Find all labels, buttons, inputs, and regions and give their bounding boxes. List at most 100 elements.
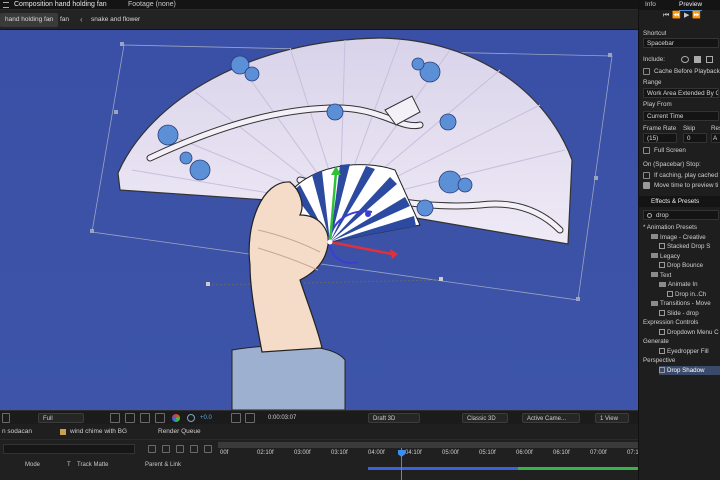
tab-sodacan[interactable]: n sodacan: [2, 427, 32, 437]
effects-tree-item[interactable]: Drop Bounce: [659, 261, 720, 270]
timeline-tick-label: 00f: [220, 450, 229, 456]
effects-tree-item[interactable]: Dropdown Menu C: [659, 328, 720, 337]
video-toggle-icon[interactable]: [681, 56, 689, 63]
range-dropdown[interactable]: Work Area Extended By Cu: [643, 88, 719, 98]
shy-layers-icon[interactable]: [176, 445, 184, 453]
effects-tree-label: Legacy: [660, 252, 680, 260]
tab-footage[interactable]: Footage (none): [124, 0, 180, 10]
cache-checkbox[interactable]: [643, 68, 650, 75]
move-time-checkbox[interactable]: [643, 182, 650, 189]
work-area-blue-bar[interactable]: [368, 467, 518, 470]
overlay-toggle-icon[interactable]: [706, 56, 713, 63]
playback-controls: ⏮⏪▶⏩: [663, 11, 704, 21]
chevron-left-icon: ‹: [48, 15, 51, 24]
effects-tree-item[interactable]: Transitions - Move: [651, 299, 720, 308]
preset-icon: [667, 290, 673, 297]
effects-tree-label: Generate: [643, 338, 669, 345]
column-header-parent: Parent & Link: [145, 462, 182, 468]
region-of-interest-icon[interactable]: [110, 413, 120, 423]
cache-label: Cache Before Playback: [654, 68, 720, 75]
comp-flowchart-icon[interactable]: [148, 445, 156, 453]
breadcrumb-item[interactable]: fan: [55, 13, 74, 27]
effects-tree-item[interactable]: Drop in..Ch: [667, 290, 720, 299]
if-caching-checkbox[interactable]: [643, 172, 650, 179]
guides-icon[interactable]: [155, 413, 165, 423]
tab-wind-chime[interactable]: wind chime with BG: [70, 427, 127, 437]
next-frame-icon[interactable]: ⏩: [692, 12, 704, 19]
effects-tree-item[interactable]: Generate: [643, 337, 720, 346]
folder-icon: [651, 300, 658, 306]
motion-blur-icon[interactable]: [190, 445, 198, 453]
color-channel-icon[interactable]: [172, 414, 180, 422]
effects-tree-item[interactable]: Slide - drop: [659, 309, 720, 318]
effects-tree-label: Perspective: [643, 357, 676, 364]
tab-info[interactable]: Info: [645, 0, 656, 10]
include-label: Include:: [643, 56, 666, 63]
graph-editor-icon[interactable]: [204, 445, 212, 453]
magnification-icon[interactable]: [2, 413, 10, 423]
first-frame-icon[interactable]: ⏮: [663, 12, 672, 19]
effects-tree-item[interactable]: Legacy: [651, 252, 720, 261]
effects-tree-label: * Animation Presets: [643, 224, 697, 231]
play-from-dropdown[interactable]: Current Time: [643, 111, 719, 121]
draft-3d-toggle[interactable]: Draft 3D: [368, 413, 420, 423]
tab-composition[interactable]: Composition hand holding fan: [10, 0, 111, 10]
effects-tree-item[interactable]: Animate In: [659, 280, 720, 289]
previous-frame-icon[interactable]: ⏪: [672, 12, 684, 19]
effects-tree-item[interactable]: Expression Controls: [643, 318, 720, 327]
resolution-dropdown[interactable]: Full: [38, 413, 84, 423]
effects-tree-item[interactable]: Drop Shadow: [659, 365, 720, 375]
current-time-display[interactable]: 0:00:03:07: [268, 413, 296, 423]
timeline-search-field[interactable]: [3, 444, 135, 454]
effects-panel-title[interactable]: Effects & Presets: [651, 197, 699, 206]
timeline-tab-bar: n sodacan wind chime with BG Render Queu…: [0, 424, 720, 440]
chevron-left-icon: ‹: [80, 15, 83, 24]
folder-icon: [651, 272, 658, 278]
breadcrumb-item[interactable]: snake and flower: [86, 13, 145, 27]
skip-dropdown[interactable]: 0: [683, 133, 707, 143]
effects-tree-item[interactable]: Image - Creative: [651, 233, 720, 242]
frame-rate-dropdown[interactable]: (15): [643, 133, 677, 143]
effects-tree-item[interactable]: Stacked Drop S: [659, 242, 720, 251]
if-caching-label: If caching, play cached fr: [654, 172, 720, 179]
effects-tree-item[interactable]: Perspective: [643, 356, 720, 365]
resolution-label: Res: [711, 125, 720, 132]
right-panel: Info Preview ⏮⏪▶⏩ Shortcut Spacebar Incl…: [638, 0, 720, 480]
effects-tree-item[interactable]: Eyedropper Fill: [659, 347, 720, 356]
renderer-dropdown[interactable]: Classic 3D: [462, 413, 508, 423]
exposure-value[interactable]: +0.0: [200, 413, 212, 423]
tab-render-queue[interactable]: Render Queue: [158, 427, 201, 437]
viewer-toolbar: Full +0.0 0:00:03:07 Draft 3D Classic 3D…: [0, 410, 638, 424]
effects-tree-label: Dropdown Menu C: [667, 328, 719, 336]
tab-preview[interactable]: Preview: [679, 0, 703, 11]
move-time-label: Move time to preview ti: [654, 182, 719, 189]
effects-tree-item[interactable]: * Animation Presets: [643, 223, 720, 232]
resolution-dropdown-preview[interactable]: A: [711, 133, 720, 143]
preset-icon: [659, 347, 665, 354]
effects-search-input[interactable]: drop: [643, 210, 719, 220]
full-screen-checkbox[interactable]: [643, 147, 650, 154]
transparency-grid-icon[interactable]: [125, 413, 135, 423]
audio-toggle-icon[interactable]: [694, 56, 701, 63]
composition-viewer[interactable]: [0, 30, 638, 410]
color-picker-icon[interactable]: [245, 413, 255, 423]
composition-canvas: [0, 30, 638, 410]
preset-icon: [659, 243, 665, 250]
playhead-icon[interactable]: [398, 450, 405, 457]
exposure-icon[interactable]: [187, 414, 195, 422]
draft-3d-icon[interactable]: [162, 445, 170, 453]
column-header-t: T: [67, 462, 71, 468]
effects-search-text: drop: [656, 212, 669, 219]
composition-color-icon: [60, 429, 66, 435]
timeline-tick-label: 06:10f: [553, 450, 570, 456]
snapshot-icon[interactable]: [231, 413, 241, 423]
mask-visibility-icon[interactable]: [140, 413, 150, 423]
timeline-tick-label: 04:10f: [405, 450, 422, 456]
view-layout-dropdown[interactable]: 1 View: [595, 413, 629, 423]
play-from-label: Play From: [643, 101, 672, 108]
effects-tree-item[interactable]: Text: [651, 271, 720, 280]
camera-dropdown[interactable]: Active Came...: [522, 413, 580, 423]
hamburger-icon[interactable]: [3, 2, 9, 8]
shortcut-dropdown[interactable]: Spacebar: [643, 38, 719, 48]
breadcrumb: hand holding fan ‹ fan ‹ snake and flowe…: [0, 10, 638, 30]
